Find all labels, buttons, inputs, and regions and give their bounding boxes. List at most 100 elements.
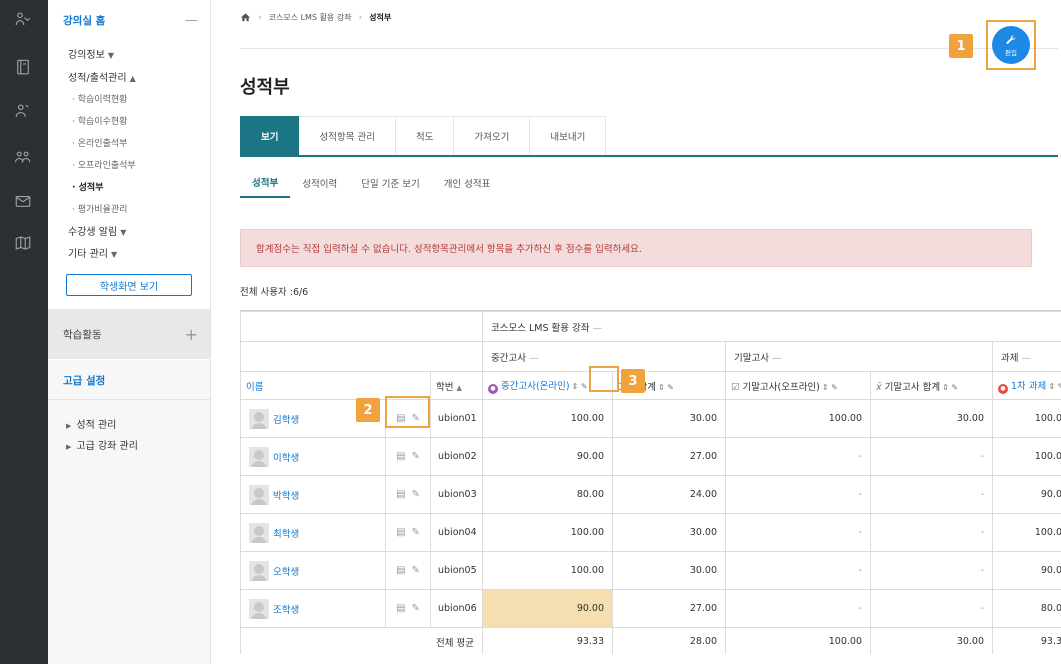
add-icon[interactable]: + (185, 325, 198, 344)
student-name-link[interactable]: 조학생 (273, 605, 299, 616)
student-name-link[interactable]: 최학생 (273, 529, 299, 540)
tab-export[interactable]: 내보내기 (530, 116, 607, 155)
grade-cell[interactable]: - (725, 513, 872, 552)
average-cell: 100.00 (725, 627, 872, 654)
edit-pencil-icon[interactable]: ✎ (412, 565, 420, 576)
grade-cell: - (870, 437, 994, 476)
people-icon[interactable] (12, 100, 34, 122)
tab-view[interactable]: 보기 (240, 116, 300, 155)
grade-cell: 27.00 (612, 589, 727, 628)
row-actions: ▤ ✎ (385, 513, 431, 552)
edit-pencil-icon[interactable]: ✎ (412, 527, 420, 538)
subtab-single-view[interactable]: 단일 기준 보기 (349, 168, 431, 198)
callout-1: 1 (949, 34, 973, 58)
tab-scale[interactable]: 척도 (395, 116, 455, 155)
edit-pencil-icon[interactable]: ✎ (412, 489, 420, 500)
sort-edit-icon[interactable]: ⇕ ✎ (822, 383, 838, 392)
grade-cell[interactable]: 100.00 (725, 399, 872, 438)
student-name-link[interactable]: 박학생 (273, 491, 299, 502)
edit-pencil-icon[interactable]: ✎ (412, 451, 420, 462)
tree-item-grade-management[interactable]: ▶ 성적 관리 (66, 416, 116, 431)
grade-cell: - (870, 475, 994, 514)
other-management-menu[interactable]: 기타 관리 ▼ (68, 245, 117, 260)
course-info-menu[interactable]: 강의정보 ▼ (68, 46, 114, 61)
student-notice-menu[interactable]: 수강생 알림 ▼ (68, 223, 126, 238)
sidebar-item-gradebook[interactable]: · 성적부 (72, 180, 103, 193)
grade-cell[interactable]: 90.00 (482, 437, 614, 476)
grade-cell[interactable]: 100.00 (482, 551, 614, 590)
quiz-icon: ● (488, 383, 499, 394)
report-icon[interactable]: ▤ (396, 489, 405, 500)
sort-edit-icon[interactable]: ⇕ ✎ (942, 383, 958, 392)
users-icon[interactable] (12, 8, 34, 30)
grades-attendance-menu[interactable]: 성적/출석관리 ▲ (68, 69, 136, 84)
sidebar-item-learning-history[interactable]: · 학습이력현황 (72, 92, 127, 105)
collapse-icon[interactable]: — (185, 13, 198, 28)
grade-cell: 27.00 (612, 437, 727, 476)
assignment-1-header[interactable]: ●1차 과제⇕ ✎ (992, 371, 1061, 400)
student-name-link[interactable]: 김학생 (273, 415, 299, 426)
book-icon[interactable] (12, 56, 34, 78)
grade-cell[interactable]: 100.0 (992, 437, 1061, 476)
student-id: ubion02 (429, 437, 484, 476)
map-icon[interactable] (12, 232, 34, 254)
edit-button[interactable]: 편집 (992, 26, 1030, 64)
report-icon[interactable]: ▤ (396, 603, 405, 614)
breadcrumb-course[interactable]: 코스모스 LMS 활용 강좌 (269, 12, 352, 23)
sidebar-item-online-attendance[interactable]: · 온라인출석부 (72, 136, 127, 149)
avatar (249, 598, 269, 619)
grade-cell[interactable]: 80.0 (992, 589, 1061, 628)
student-name-link[interactable]: 이학생 (273, 453, 299, 464)
sidebar-item-evaluation-ratio[interactable]: · 평가비율관리 (72, 202, 127, 215)
edit-pencil-icon[interactable]: ✎ (412, 413, 420, 424)
home-icon[interactable] (240, 12, 251, 23)
sidebar-item-offline-attendance[interactable]: · 오프라인출석부 (72, 158, 136, 171)
tab-grade-items[interactable]: 성적항목 관리 (299, 116, 396, 155)
category-final: 기말고사 — (725, 341, 994, 372)
grade-cell[interactable]: 100.0 (992, 513, 1061, 552)
tab-import[interactable]: 가져오기 (454, 116, 531, 155)
caret-up-icon: ▲ (129, 74, 136, 83)
subtab-user-report[interactable]: 개인 성적표 (432, 168, 503, 198)
sidebar-item-completion[interactable]: · 학습이수현황 (72, 114, 127, 127)
alert-message: 합계점수는 직접 입력하실 수 없습니다. 성적항목관리에서 항목을 추가하신 … (240, 229, 1032, 267)
group-icon[interactable] (12, 146, 34, 168)
name-header[interactable]: 이름 (240, 371, 431, 400)
grade-cell[interactable]: - (725, 589, 872, 628)
sort-edit-icon[interactable]: ⇕ ✎ (658, 383, 674, 392)
subtab-grade-history[interactable]: 성적이력 (290, 168, 349, 198)
triangle-right-icon: ▶ (66, 443, 72, 451)
grade-cell[interactable]: 80.00 (482, 475, 614, 514)
student-view-button[interactable]: 학생화면 보기 (66, 274, 192, 296)
grade-cell[interactable]: - (725, 475, 872, 514)
grade-cell[interactable]: 90.0 (992, 551, 1061, 590)
grade-cell[interactable]: 90.0 (992, 475, 1061, 514)
report-icon[interactable]: ▤ (396, 451, 405, 462)
grade-cell[interactable]: - (725, 551, 872, 590)
student-id: ubion04 (429, 513, 484, 552)
grade-cell[interactable]: - (725, 437, 872, 476)
id-header[interactable]: 학번 ▲ (429, 371, 484, 400)
sort-edit-icon[interactable]: ⇕ ✎ (572, 382, 588, 391)
sort-edit-icon[interactable]: ⇕ ✎ (1048, 382, 1061, 391)
report-icon[interactable]: ▤ (396, 527, 405, 538)
activities-header[interactable]: 학습활동 + (48, 318, 210, 350)
subtab-gradebook[interactable]: 성적부 (240, 168, 291, 198)
caret-down-icon: ▼ (107, 51, 114, 60)
student-id: ubion01 (429, 399, 484, 438)
final-offline-header[interactable]: ☑ 기말고사(오프라인) ⇕ ✎ (725, 371, 872, 400)
grade-cell[interactable]: 100.00 (482, 399, 614, 438)
grade-cell[interactable]: 100.00 (482, 513, 614, 552)
midterm-online-header[interactable]: ● 중간고사(온라인) ⇕ ✎ (482, 371, 614, 400)
grade-cell[interactable]: 100.0 (992, 399, 1061, 438)
report-icon[interactable]: ▤ (396, 565, 405, 576)
final-total-header[interactable]: x̄ 기말고사 합계 ⇕ ✎ (870, 371, 994, 400)
course-home-header[interactable]: 강의실 홈 — (48, 4, 210, 36)
course-home-link[interactable]: 강의실 홈 (63, 13, 105, 28)
student-name-link[interactable]: 오학생 (273, 567, 299, 578)
mail-icon[interactable] (12, 190, 34, 212)
edit-pencil-icon[interactable]: ✎ (412, 603, 420, 614)
tree-item-advanced-course[interactable]: ▶ 고급 강좌 관리 (66, 437, 138, 452)
report-icon[interactable]: ▤ (396, 413, 405, 424)
grade-cell-highlighted[interactable]: 90.00 (482, 589, 614, 628)
